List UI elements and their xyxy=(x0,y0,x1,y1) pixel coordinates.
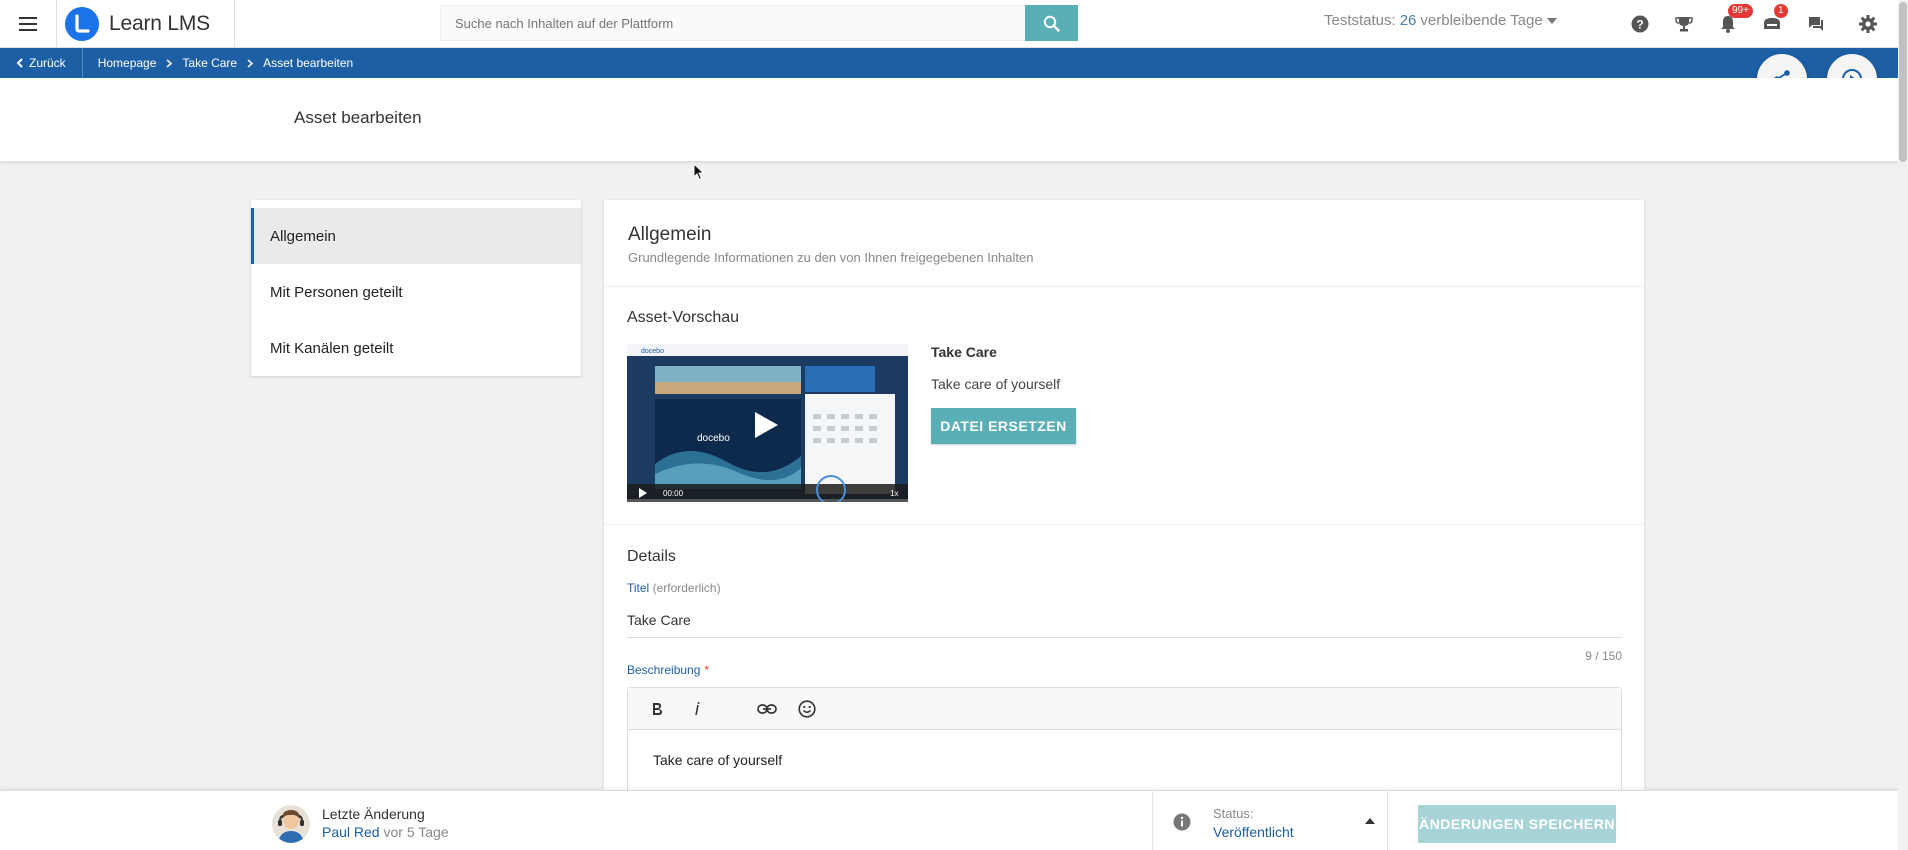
search-icon xyxy=(1043,15,1060,32)
top-icon-group: ? 99+ 1 xyxy=(1618,0,1898,48)
last-change-time: vor 5 Tage xyxy=(383,824,449,840)
editor-toolbar xyxy=(628,688,1621,730)
hamburger-icon xyxy=(19,16,37,31)
breadcrumb-current: Asset bearbeiten xyxy=(263,56,354,70)
page-scrollbar[interactable] xyxy=(1898,0,1908,850)
italic-button[interactable] xyxy=(686,698,708,720)
last-change-label: Letzte Änderung xyxy=(322,806,425,822)
avatar xyxy=(272,805,310,843)
mouse-cursor-icon xyxy=(693,163,705,181)
video-brand-top: docebo xyxy=(641,348,664,355)
gear-icon xyxy=(1859,15,1877,33)
required-asterisk: * xyxy=(704,663,710,677)
page-title: Asset bearbeiten xyxy=(294,108,422,127)
trophy-icon xyxy=(1675,17,1693,32)
settings-button[interactable] xyxy=(1838,0,1898,48)
search-input[interactable] xyxy=(440,5,1025,41)
status-label: Status: xyxy=(1213,806,1254,821)
video-thumbnail-image: docebo docebo 00:00 1x xyxy=(627,344,908,502)
nav-item-shared-people[interactable]: Mit Personen geteilt xyxy=(251,264,581,320)
page-header: Asset bearbeiten xyxy=(0,78,1898,162)
title-field-label: Titel (erforderlich) xyxy=(627,581,721,595)
top-bar: Learn LMS Teststatus: 26 verbleibende Ta… xyxy=(0,0,1898,48)
asset-title: Take Care xyxy=(931,344,997,360)
inbox-button[interactable]: 1 xyxy=(1750,0,1794,48)
status-value: Veröffentlicht xyxy=(1213,824,1294,840)
caret-up-icon xyxy=(1365,818,1375,824)
details-title: Details xyxy=(627,548,676,565)
back-button[interactable]: Zurück xyxy=(0,48,83,78)
video-speed: 1x xyxy=(890,489,898,498)
back-label: Zurück xyxy=(29,56,66,70)
trial-days-count: 26 xyxy=(1399,12,1417,29)
replace-file-button[interactable]: DATEI ERSETZEN xyxy=(931,408,1076,444)
trial-status-label: Teststatus: xyxy=(1324,12,1396,29)
help-icon: ? xyxy=(1631,15,1649,33)
nav-item-general[interactable]: Allgemein xyxy=(251,208,581,264)
breadcrumb-bar: Zurück Homepage Take Care Asset bearbeit… xyxy=(0,48,1898,78)
video-thumbnail[interactable]: docebo docebo 00:00 1x xyxy=(627,344,908,502)
hamburger-menu-button[interactable] xyxy=(0,0,56,48)
title-char-counter: 9 / 150 xyxy=(1585,649,1622,663)
app-logo[interactable]: Learn LMS xyxy=(56,0,235,48)
general-card: Allgemein Grundlegende Informationen zu … xyxy=(604,200,1644,850)
caret-down-icon xyxy=(1546,17,1557,24)
trial-days-suffix: verbleibende Tage xyxy=(1420,12,1543,29)
title-field[interactable] xyxy=(627,602,1622,638)
svg-text:?: ? xyxy=(1636,18,1643,32)
help-button[interactable]: ? xyxy=(1618,0,1662,48)
description-text[interactable]: Take care of yourself xyxy=(628,730,1621,790)
chevron-right-icon xyxy=(166,58,173,68)
bold-icon xyxy=(653,702,662,715)
card-header: Allgemein Grundlegende Informationen zu … xyxy=(604,200,1644,287)
achievements-button[interactable] xyxy=(1662,0,1706,48)
breadcrumb-take-care[interactable]: Take Care xyxy=(182,56,237,70)
chevron-left-icon xyxy=(16,58,23,68)
status-dropdown[interactable]: Status: Veröffentlicht xyxy=(1152,791,1388,850)
video-brand-center: docebo xyxy=(697,433,730,444)
inbox-badge: 1 xyxy=(1774,4,1788,18)
asset-description: Take care of yourself xyxy=(931,376,1061,392)
logo-icon xyxy=(65,6,99,41)
scrollbar-thumb[interactable] xyxy=(1899,2,1907,162)
save-changes-button[interactable]: ÄNDERUNGEN SPEICHERN xyxy=(1418,805,1616,843)
breadcrumb: Homepage Take Care Asset bearbeiten xyxy=(83,56,353,70)
app-name: Learn LMS xyxy=(109,11,210,35)
last-change-info: Paul Red vor 5 Tage xyxy=(322,824,449,840)
messages-button[interactable] xyxy=(1794,0,1838,48)
link-button[interactable] xyxy=(756,698,778,720)
section-heading: Allgemein xyxy=(628,224,712,245)
video-time: 00:00 xyxy=(663,489,684,498)
title-required-hint: (erforderlich) xyxy=(652,581,721,595)
search-button[interactable] xyxy=(1025,5,1078,41)
description-label-text: Beschreibung xyxy=(627,663,701,677)
section-subtitle: Grundlegende Informationen zu den von Ih… xyxy=(628,250,1034,265)
chevron-right-icon xyxy=(247,58,254,68)
last-change-user[interactable]: Paul Red xyxy=(322,824,380,840)
italic-icon xyxy=(695,701,700,715)
info-icon xyxy=(1173,813,1191,831)
trial-status-dropdown[interactable]: Teststatus: 26 verbleibende Tage xyxy=(1324,12,1557,29)
title-label-text: Titel xyxy=(627,581,650,595)
nav-item-shared-channels[interactable]: Mit Kanälen geteilt xyxy=(251,320,581,376)
breadcrumb-homepage[interactable]: Homepage xyxy=(98,56,157,70)
search-bar xyxy=(440,5,1078,41)
chat-icon xyxy=(1809,17,1823,31)
emoji-button[interactable] xyxy=(796,698,818,720)
footer-bar: Letzte Änderung Paul Red vor 5 Tage Stat… xyxy=(0,790,1898,850)
description-editor: Take care of yourself xyxy=(627,687,1622,797)
description-field-label: Beschreibung * xyxy=(627,663,709,677)
notifications-button[interactable]: 99+ xyxy=(1706,0,1753,48)
link-icon xyxy=(757,703,777,714)
asset-preview-title: Asset-Vorschau xyxy=(627,309,740,326)
asset-preview-section: Asset-Vorschau docebo docebo 00:00 1x Ta… xyxy=(604,287,1644,525)
emoji-icon xyxy=(798,699,816,718)
bold-button[interactable] xyxy=(646,698,668,720)
section-nav: Allgemein Mit Personen geteilt Mit Kanäl… xyxy=(251,200,581,376)
